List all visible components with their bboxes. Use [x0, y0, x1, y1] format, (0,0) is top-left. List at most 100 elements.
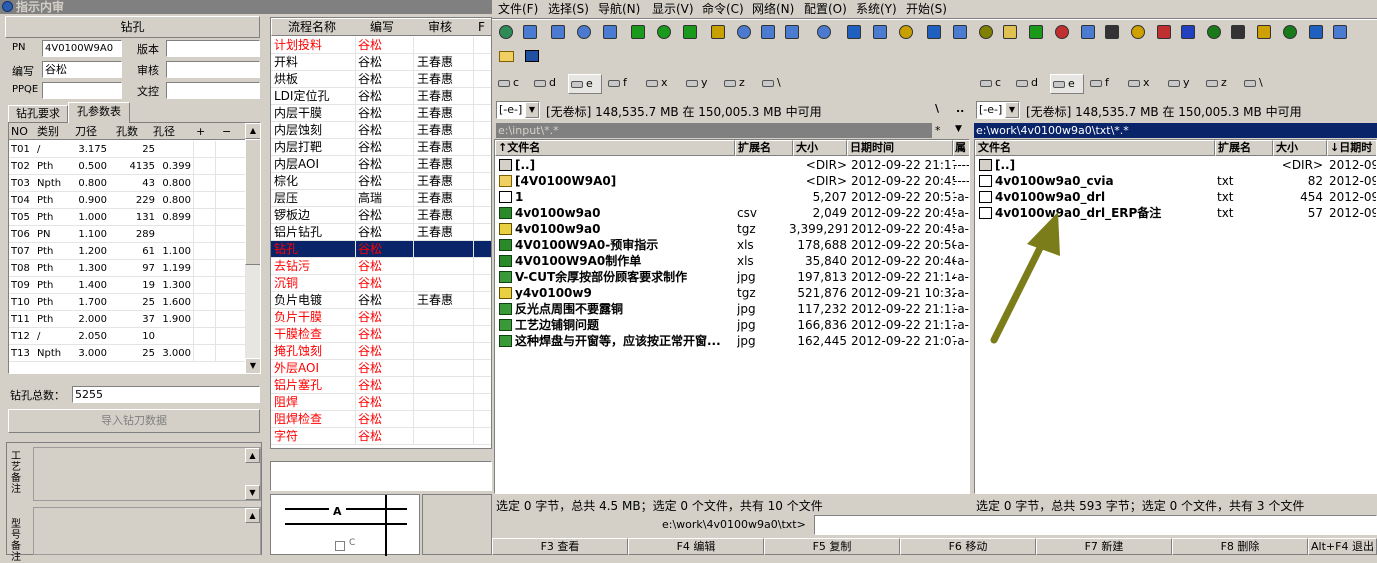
table-row[interactable]: T05 Pth 1.000 131 0.899	[9, 209, 245, 226]
file-row[interactable]: 4v0100w9a0 tgz 3,399,291 2012-09-22 20:45 -a…	[495, 221, 969, 237]
file-row[interactable]: [..] <DIR> 2012-09-	[975, 157, 1376, 173]
pn-field[interactable]: 4V0100W9A0	[42, 40, 122, 57]
process-row[interactable]: 烘板 谷松 王春惠	[271, 71, 491, 88]
tree-icon[interactable]	[520, 22, 540, 42]
left-drive-select[interactable]: [-e-] ▼	[496, 101, 540, 119]
process-row[interactable]: 棕化 谷松 王春惠	[271, 173, 491, 190]
sort-icon[interactable]	[628, 22, 648, 42]
process-row[interactable]: 去钻污 谷松	[271, 258, 491, 275]
copy-icon[interactable]	[924, 22, 944, 42]
file-row[interactable]: 4V0100W9A0-预审指示 xls 178,688 2012-09-22 20:5…	[495, 237, 969, 253]
drive-button-d[interactable]: d	[532, 74, 566, 94]
import-drill-data-button[interactable]: 导入钻刀数据	[8, 409, 260, 433]
left-col-date[interactable]: 日期时间	[847, 140, 953, 156]
vs-icon[interactable]	[1306, 22, 1326, 42]
compare-icon[interactable]	[758, 22, 778, 42]
process-row[interactable]: LDI定位孔 谷松 王春惠	[271, 88, 491, 105]
image-icon[interactable]	[1204, 22, 1224, 42]
process-row[interactable]: 层压 高瑞 王春惠	[271, 190, 491, 207]
left-filter-star[interactable]: *	[935, 124, 941, 137]
process-row[interactable]: 干膜检查 谷松	[271, 326, 491, 343]
file-row[interactable]: 4v0100w9a0_cvia txt 82 2012-09-	[975, 173, 1376, 189]
scroll-thumb[interactable]	[245, 139, 260, 265]
drill-button[interactable]: 钻孔	[5, 16, 260, 38]
folder-icon[interactable]	[496, 46, 516, 66]
drive-button-c[interactable]: c	[978, 74, 1012, 94]
process-row[interactable]: 计划投料 谷松	[271, 37, 491, 54]
version-field[interactable]	[166, 40, 260, 57]
right-col-date[interactable]: ↓日期时间	[1327, 140, 1376, 156]
left-history-arrow[interactable]: ▼	[955, 124, 962, 134]
ppqe-field[interactable]	[42, 82, 122, 99]
drive-button-x[interactable]: x	[1126, 74, 1160, 94]
app-icon[interactable]	[1330, 22, 1350, 42]
table-row[interactable]: T10 Pth 1.700 25 1.600	[9, 294, 245, 311]
process-row[interactable]: 外层AOI 谷松	[271, 360, 491, 377]
drive-button-d[interactable]: d	[1014, 74, 1048, 94]
process-row[interactable]: 沉铜 谷松	[271, 275, 491, 292]
help-icon[interactable]	[976, 22, 996, 42]
process-row[interactable]: 阻焊 谷松	[271, 394, 491, 411]
connect-icon[interactable]	[814, 22, 834, 42]
excel-icon[interactable]	[1280, 22, 1300, 42]
fkey-button[interactable]: F5 复制	[764, 538, 900, 555]
fkey-button[interactable]: F4 编辑	[628, 538, 764, 555]
multi-rename-icon[interactable]	[870, 22, 890, 42]
menu-item[interactable]: 配置(O)	[804, 0, 847, 18]
table-row[interactable]: T04 Pth 0.900 229 0.800	[9, 192, 245, 209]
process-row[interactable]: 铝片钻孔 谷松 王春惠	[271, 224, 491, 241]
grid-scrollbar[interactable]: ▲ ▼	[245, 123, 260, 373]
process-notes-field[interactable]: ▲ ▼	[33, 447, 261, 501]
model-notes-field[interactable]: ▲	[33, 507, 261, 555]
cube-icon[interactable]	[1254, 22, 1274, 42]
pdf-icon[interactable]	[1154, 22, 1174, 42]
drive-button-y[interactable]: y	[1166, 74, 1200, 94]
drive-button-z[interactable]: z	[722, 74, 756, 94]
chart-icon[interactable]	[1052, 22, 1072, 42]
control-field[interactable]	[166, 82, 260, 99]
fkey-button[interactable]: F3 查看	[492, 538, 628, 555]
menu-item[interactable]: 导航(N)	[598, 0, 640, 18]
fkey-button[interactable]: Alt+F4 退出	[1308, 538, 1377, 555]
process-row[interactable]: 钻孔 谷松	[271, 241, 491, 258]
refresh-icon[interactable]	[496, 22, 516, 42]
process-row[interactable]: 锣板边 谷松 王春惠	[271, 207, 491, 224]
table-row[interactable]: T09 Pth 1.400 19 1.300	[9, 277, 245, 294]
command-line[interactable]	[814, 515, 1377, 535]
left-col-attr[interactable]: 属性	[953, 140, 969, 156]
process-row[interactable]: 掩孔蚀刻 谷松	[271, 343, 491, 360]
notes-scroll-up[interactable]: ▲	[245, 448, 260, 463]
process-row[interactable]: 内层AOI 谷松 王春惠	[271, 156, 491, 173]
lock-icon[interactable]	[1078, 22, 1098, 42]
drive-button-network[interactable]: \	[1242, 74, 1276, 94]
menu-item[interactable]: 显示(V)	[652, 0, 694, 18]
menu-item[interactable]: 命令(C)	[702, 0, 744, 18]
right-col-size[interactable]: 大小	[1273, 140, 1327, 156]
file-row[interactable]: 1 5,207 2012-09-22 20:51 -a-	[495, 189, 969, 205]
full-view-icon[interactable]	[574, 22, 594, 42]
drive-button-x[interactable]: x	[644, 74, 678, 94]
file-row[interactable]: 反光点周围不要露铜 jpg 117,232 2012-09-22 21:13 -a-	[495, 301, 969, 317]
ftp-icon[interactable]	[782, 22, 802, 42]
table-row[interactable]: T03 Npth 0.800 43 0.800	[9, 175, 245, 192]
word-icon[interactable]	[1178, 22, 1198, 42]
fkey-button[interactable]: F8 删除	[1172, 538, 1308, 555]
thumbs-icon[interactable]	[600, 22, 620, 42]
process-row[interactable]: 字符 谷松	[271, 428, 491, 445]
up-icon[interactable]	[1228, 22, 1248, 42]
file-row[interactable]: 4V0100W9A0制作单 xls 35,840 2012-09-22 20:46 -a…	[495, 253, 969, 269]
up-dir-icon[interactable]	[1102, 22, 1122, 42]
right-drive-select[interactable]: [-e-] ▼	[976, 101, 1020, 119]
menu-item[interactable]: 网络(N)	[752, 0, 794, 18]
tab-hole-params[interactable]: 孔参数表	[68, 102, 130, 123]
file-row[interactable]: [4V0100W9A0] <DIR> 2012-09-22 20:45 ----	[495, 173, 969, 189]
file-row[interactable]: 这种焊盘与开窗等，应该按正常开窗... jpg 162,445 2012-09-22 …	[495, 333, 969, 349]
brief-view-icon[interactable]	[548, 22, 568, 42]
process-row[interactable]: 内层蚀刻 谷松 王春惠	[271, 122, 491, 139]
scroll-up-arrow[interactable]: ▲	[245, 123, 260, 139]
left-root-button[interactable]: \	[935, 102, 939, 115]
process-row[interactable]: 铝片塞孔 谷松	[271, 377, 491, 394]
model-scroll-up[interactable]: ▲	[245, 508, 260, 523]
left-up-button[interactable]: ..	[956, 102, 964, 115]
drive-button-e[interactable]: e	[568, 74, 602, 94]
